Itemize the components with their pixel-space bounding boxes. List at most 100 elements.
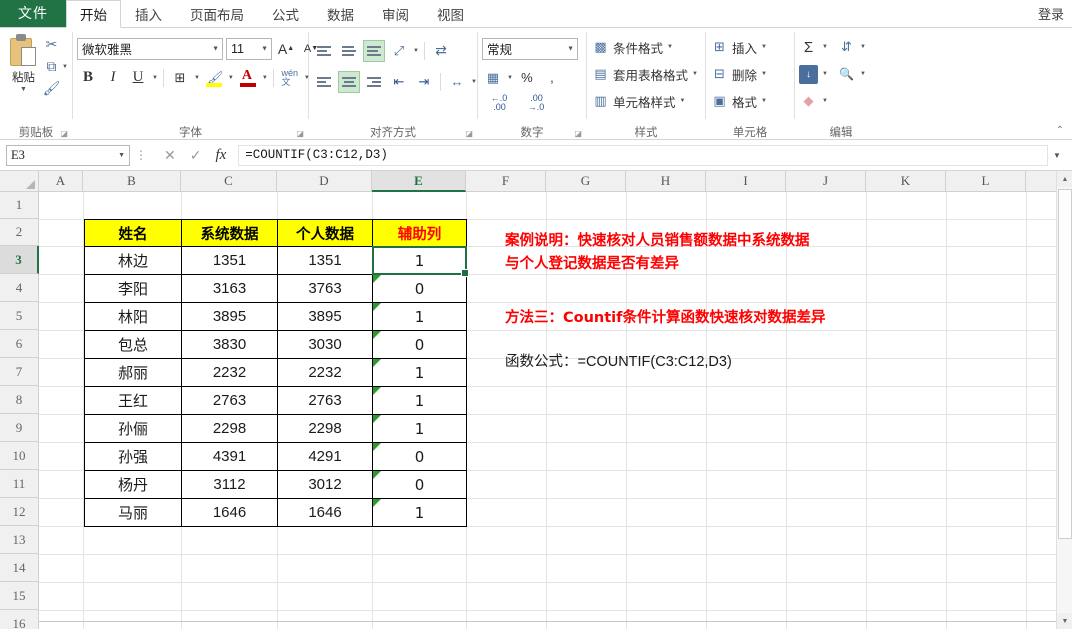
increase-decimal-button[interactable]: ←.0 .00 [482,92,516,114]
font-size-combobox[interactable]: 11 ▼ [226,37,272,60]
cell-B11[interactable]: 杨丹 [84,470,182,499]
cell-D3[interactable]: 1351 [277,246,373,275]
chevron-down-icon[interactable]: ▼ [413,48,419,54]
collapse-ribbon-button[interactable]: ⌃ [1056,125,1064,136]
chevron-down-icon[interactable]: ▼ [860,71,866,77]
scroll-up-button[interactable]: ▲ [1057,171,1072,187]
alignment-dialog-launcher[interactable]: ◪ [465,129,473,138]
conditional-formatting-button[interactable]: ▩ 条件格式 ▼ [591,34,673,60]
delete-cells-button[interactable]: ⊟ 删除 ▼ [710,61,767,87]
wrap-text-button[interactable]: ⇄ [430,40,452,62]
insert-cells-button[interactable]: ⊞ 插入 ▼ [710,34,767,60]
column-header-A[interactable]: A [39,171,83,192]
header-cell-aux[interactable]: 辅助列 [372,219,467,247]
chevron-down-icon[interactable]: ▼ [194,75,200,81]
cell-B9[interactable]: 孙俪 [84,414,182,443]
header-cell-name[interactable]: 姓名 [84,219,182,247]
cell-C7[interactable]: 2232 [181,358,278,387]
format-painter-button[interactable]: 🖌 [43,79,68,98]
row-header-15[interactable]: 15 [0,582,39,610]
cell-B8[interactable]: 王红 [84,386,182,415]
align-top-button[interactable] [313,40,335,62]
sign-in-link[interactable]: 登录 [1038,4,1064,27]
fill-color-button[interactable]: 🖌 [203,67,225,89]
column-header-D[interactable]: D [277,171,372,192]
column-header-K[interactable]: K [866,171,946,192]
decrease-indent-button[interactable]: ⇤ [388,71,410,93]
tab-data[interactable]: 数据 [313,0,368,27]
horizontal-scrollbar[interactable] [39,615,1056,629]
cell-B10[interactable]: 孙强 [84,442,182,471]
align-center-button[interactable] [338,70,360,93]
cell-E12[interactable]: 1 [372,498,467,527]
number-format-combobox[interactable]: 常规 ▼ [482,37,578,60]
chevron-down-icon[interactable]: ▼ [152,75,158,81]
row-header-5[interactable]: 5 [0,302,39,330]
chevron-down-icon[interactable]: ▼ [822,44,828,50]
cell-E4[interactable]: 0 [372,274,467,303]
italic-button[interactable]: I [102,67,124,89]
borders-button[interactable]: ⊞ [169,67,191,89]
row-header-10[interactable]: 10 [0,442,39,470]
row-header-16[interactable]: 16 [0,610,39,629]
sigma-icon[interactable]: Σ [799,38,818,57]
cell-E10[interactable]: 0 [372,442,467,471]
chevron-down-icon[interactable]: ▼ [228,75,234,81]
chevron-down-icon[interactable]: ▼ [692,71,698,77]
chevron-down-icon[interactable]: ▼ [822,98,828,104]
chevron-down-icon[interactable]: ▼ [680,98,686,104]
comma-style-button[interactable]: , [541,67,563,89]
row-header-7[interactable]: 7 [0,358,39,386]
chevron-down-icon[interactable]: ▼ [20,86,27,93]
cell-styles-button[interactable]: ▥ 单元格样式 ▼ [591,88,685,114]
underline-button[interactable]: U [127,67,149,89]
chevron-down-icon[interactable]: ▼ [761,44,767,50]
accounting-format-button[interactable]: ▦ [482,67,504,89]
fx-icon[interactable]: fx [215,147,226,164]
cancel-icon[interactable]: ✕ [164,147,176,164]
column-header-L[interactable]: L [946,171,1026,192]
row-header-9[interactable]: 9 [0,414,39,442]
chevron-down-icon[interactable]: ▼ [761,98,767,104]
chevron-down-icon[interactable]: ▼ [822,71,828,77]
header-cell-system[interactable]: 系统数据 [181,219,278,247]
column-header-E[interactable]: E [372,171,466,192]
font-name-combobox[interactable]: 微软雅黑 ▼ [77,37,223,60]
fill-down-icon[interactable]: ↓ [799,64,818,84]
scroll-down-button[interactable]: ▼ [1057,613,1072,629]
cell-E5[interactable]: 1 [372,302,467,331]
copy-button[interactable]: ⧉ ▼ [43,57,68,76]
grow-font-button[interactable]: A ▲ [275,38,297,60]
bold-button[interactable]: B [77,67,99,89]
paste-button[interactable]: 粘贴 ▼ [4,32,43,93]
vertical-scrollbar[interactable]: ▲ ▼ [1056,171,1072,629]
format-as-table-button[interactable]: ▤ 套用表格格式 ▼ [591,61,698,87]
tab-formulas[interactable]: 公式 [258,0,313,27]
tab-view[interactable]: 视图 [423,0,478,27]
cell-C12[interactable]: 1646 [181,498,278,527]
row-header-2[interactable]: 2 [0,219,39,246]
chevron-down-icon[interactable]: ▼ [761,71,767,77]
cell-C10[interactable]: 4391 [181,442,278,471]
row-header-3[interactable]: 3 [0,246,39,274]
chevron-down-icon[interactable]: ▼ [667,44,673,50]
cell-E9[interactable]: 1 [372,414,467,443]
cell-area[interactable]: 姓名 系统数据 个人数据 辅助列 林边 1351 1351 1 李阳 3163 … [39,192,1072,629]
column-header-H[interactable]: H [626,171,706,192]
cell-B7[interactable]: 郝丽 [84,358,182,387]
cell-D10[interactable]: 4291 [277,442,373,471]
cell-D4[interactable]: 3763 [277,274,373,303]
name-box[interactable]: E3 ▼ [6,144,130,166]
row-header-4[interactable]: 4 [0,274,39,302]
row-header-11[interactable]: 11 [0,470,39,498]
percent-style-button[interactable]: % [516,67,538,89]
align-right-button[interactable] [363,71,385,93]
tab-insert[interactable]: 插入 [121,0,176,27]
column-header-F[interactable]: F [466,171,546,192]
column-header-C[interactable]: C [181,171,277,192]
cell-E6[interactable]: 0 [372,330,467,359]
cell-C9[interactable]: 2298 [181,414,278,443]
cell-B6[interactable]: 包总 [84,330,182,359]
cut-button[interactable]: ✂ [43,35,68,54]
cell-C6[interactable]: 3830 [181,330,278,359]
